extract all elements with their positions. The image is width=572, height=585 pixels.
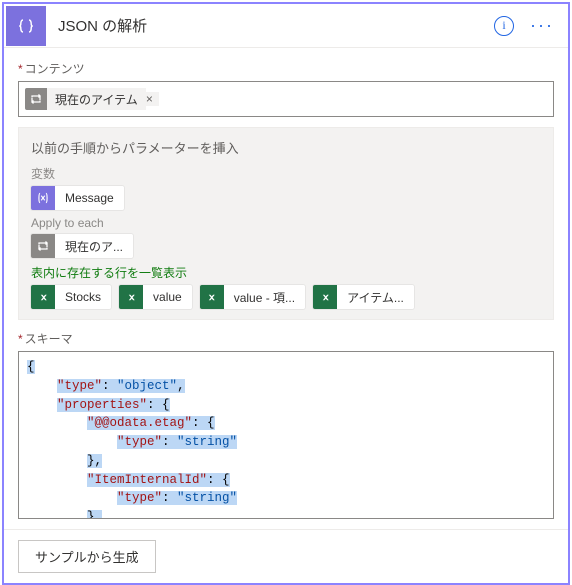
chip-value-item[interactable]: value - 項... xyxy=(200,285,305,309)
card-header: JSON の解析 i ··· xyxy=(4,4,568,48)
dynamic-content-panel: 以前の手順からパラメーターを挿入 変数 Message Apply to eac… xyxy=(18,127,554,320)
action-card: JSON の解析 i ··· *コンテンツ 現在のアイテム × 以前の手順からパ… xyxy=(2,2,570,585)
excel-icon xyxy=(119,285,143,309)
panel-title: 以前の手順からパラメーターを挿入 xyxy=(31,138,541,157)
token-remove[interactable]: × xyxy=(146,92,159,106)
schema-label: *スキーマ xyxy=(18,330,554,347)
more-menu-button[interactable]: ··· xyxy=(524,15,560,36)
content-input[interactable]: 現在のアイテム × xyxy=(18,81,554,117)
token-label: 現在のアイテム xyxy=(47,88,146,110)
excel-icon xyxy=(200,285,224,309)
info-icon[interactable]: i xyxy=(494,16,514,36)
card-footer: サンプルから生成 xyxy=(4,529,568,583)
card-title: JSON の解析 xyxy=(58,15,494,36)
chip-message[interactable]: Message xyxy=(31,186,124,210)
group-apply-label: Apply to each xyxy=(31,216,541,230)
variable-icon xyxy=(31,186,55,210)
parse-json-icon xyxy=(6,6,46,46)
card-body: *コンテンツ 現在のアイテム × 以前の手順からパラメーターを挿入 変数 xyxy=(4,48,568,529)
chip-value[interactable]: value xyxy=(119,285,192,309)
group-table-label: 表内に存在する行を一覧表示 xyxy=(31,264,541,281)
token-current-item: 現在のアイテム × xyxy=(25,88,159,110)
generate-from-sample-button[interactable]: サンプルから生成 xyxy=(18,540,156,573)
chip-stocks[interactable]: Stocks xyxy=(31,285,111,309)
chip-current-item[interactable]: 現在のア... xyxy=(31,234,133,258)
group-vars-label: 変数 xyxy=(31,165,541,182)
excel-icon xyxy=(313,285,337,309)
loop-icon xyxy=(31,234,55,258)
loop-icon xyxy=(25,88,47,110)
schema-textarea[interactable]: { "type": "object", "properties": { "@@o… xyxy=(18,351,554,519)
chip-item[interactable]: アイテム... xyxy=(313,285,414,309)
content-label: *コンテンツ xyxy=(18,60,554,77)
excel-icon xyxy=(31,285,55,309)
